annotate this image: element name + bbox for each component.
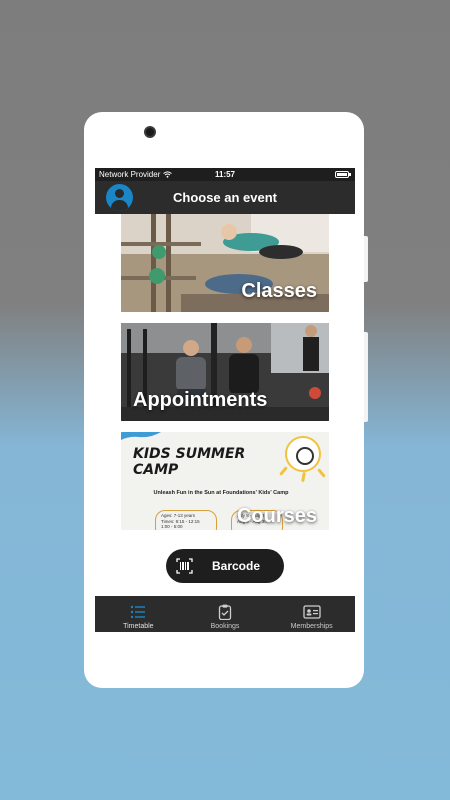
timetable-icon — [131, 605, 146, 619]
tab-timetable[interactable]: Timetable — [95, 596, 182, 632]
battery-icon — [335, 171, 351, 178]
app-header: Choose an event — [95, 181, 355, 214]
tab-memberships[interactable]: Memberships — [268, 596, 355, 632]
foundations-logo — [285, 436, 321, 472]
status-time: 11:57 — [214, 170, 236, 179]
bottom-tab-bar: Timetable Bookings Memberships — [95, 596, 355, 632]
status-bar: Network Provider 11:57 — [95, 168, 355, 181]
course-poster-title-line1: KIDS SUMMER — [133, 446, 246, 462]
clipboard-icon — [218, 604, 232, 620]
app-screen: Network Provider 11:57 Choose an event C… — [95, 168, 355, 632]
course-poster-subtitle: Unleash Fun in the Sun at Foundations' K… — [153, 490, 289, 496]
course-poster-times-2: 1:00 - 5:00 — [161, 524, 183, 529]
tab-label-timetable: Timetable — [123, 623, 154, 630]
event-label-classes: Classes — [241, 280, 317, 302]
tab-bookings[interactable]: Bookings — [182, 596, 269, 632]
power-button — [364, 332, 368, 422]
event-label-courses: Courses — [236, 505, 317, 527]
phone-frame: Network Provider 11:57 Choose an event C… — [84, 112, 368, 688]
event-card-classes[interactable]: Classes — [121, 214, 329, 312]
event-list: Classes Appointments KIDS SUMMER CAMP Un… — [121, 214, 329, 541]
course-poster-ages-times: Ages: 7-13 years Times: 8:15 - 12:15 1:0… — [155, 510, 217, 530]
account-circle-icon[interactable] — [106, 184, 133, 211]
tab-label-memberships: Memberships — [290, 623, 333, 630]
barcode-scan-icon — [176, 558, 193, 574]
wifi-icon — [163, 171, 173, 178]
membership-card-icon — [303, 605, 321, 619]
event-label-appointments: Appointments — [133, 389, 268, 411]
front-camera — [144, 126, 156, 138]
barcode-button[interactable]: Barcode — [166, 549, 284, 583]
page-title: Choose an event — [172, 190, 278, 205]
network-provider: Network Provider — [99, 170, 173, 179]
event-card-courses[interactable]: KIDS SUMMER CAMP Unleash Fun in the Sun … — [121, 432, 329, 530]
provider-label: Network Provider — [99, 170, 161, 179]
course-poster-title: KIDS SUMMER CAMP — [133, 446, 245, 478]
tab-label-bookings: Bookings — [210, 623, 240, 630]
event-card-appointments[interactable]: Appointments — [121, 323, 329, 421]
course-poster-title-line2: CAMP — [133, 462, 179, 478]
volume-button — [364, 236, 368, 282]
